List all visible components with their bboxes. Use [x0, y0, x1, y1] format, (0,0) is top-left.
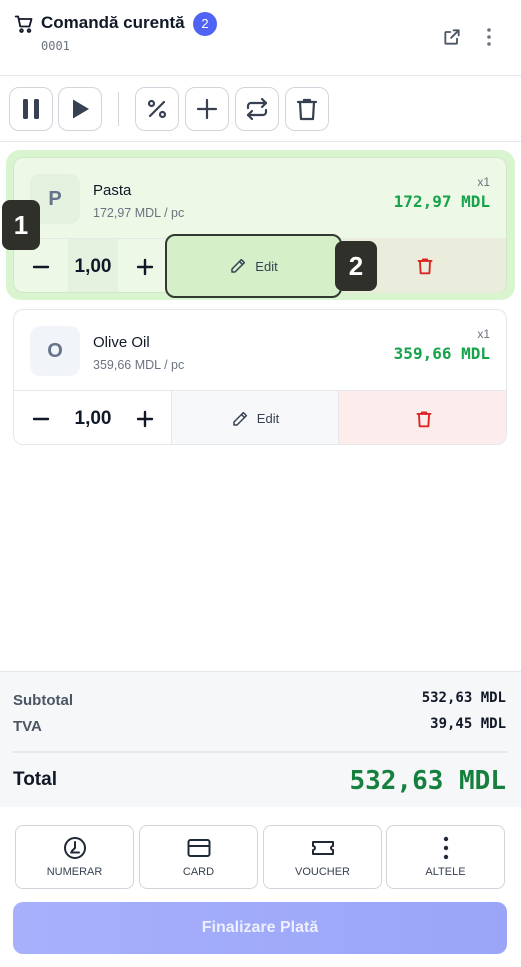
more-vertical-icon [487, 28, 491, 46]
list-item[interactable]: O Olive Oil 359,66 MDL / pc x1 359,66 MD… [13, 309, 507, 445]
quantity-value[interactable]: 1,00 [68, 391, 118, 444]
clear-order-button[interactable] [285, 87, 329, 131]
cash-clock-icon [63, 837, 86, 859]
total-label: Total [13, 769, 57, 790]
pencil-icon [233, 411, 247, 426]
payment-label: NUMERAR [46, 866, 103, 878]
plus-icon [196, 98, 218, 120]
delete-item-button[interactable] [338, 391, 506, 444]
cart-icon [14, 15, 33, 33]
pencil-icon [231, 258, 246, 273]
edit-item-button[interactable]: Edit [165, 234, 342, 298]
trash-icon [296, 98, 318, 121]
quantity-value[interactable]: 1,00 [68, 239, 118, 292]
edit-item-button[interactable]: Edit [171, 391, 338, 444]
transfer-button[interactable] [235, 87, 279, 131]
pause-button[interactable] [9, 87, 53, 131]
item-name: Pasta [93, 182, 132, 199]
item-multiplier: x1 [477, 327, 490, 341]
item-price: 359,66 MDL [393, 344, 490, 363]
payment-label: VOUCHER [294, 866, 350, 878]
tva-value: 39,45 MDL [430, 716, 506, 732]
payment-label: ALTELE [425, 866, 466, 878]
toolbar [0, 76, 521, 142]
item-price: 172,97 MDL [393, 192, 490, 211]
repeat-icon [246, 97, 268, 121]
total-value: 532,63 MDL [349, 766, 506, 796]
page-title: Comandă curentă [41, 13, 185, 32]
annotation-marker-2: 2 [335, 241, 377, 291]
edit-label: Edit [255, 258, 278, 274]
finalize-payment-button[interactable]: Finalizare Plată [13, 902, 507, 954]
subtotal-value: 532,63 MDL [421, 690, 506, 706]
item-unit-price: 172,97 MDL / pc [93, 206, 185, 220]
trash-icon [416, 411, 431, 427]
edit-label: Edit [256, 411, 280, 426]
percent-icon [147, 99, 167, 119]
play-button[interactable] [58, 87, 102, 131]
pause-icon [23, 99, 39, 119]
annotation-marker-1: 1 [2, 200, 40, 250]
item-count-badge: 2 [193, 12, 217, 36]
minus-icon [32, 417, 50, 420]
decrease-quantity-button[interactable] [14, 391, 68, 444]
more-vertical-icon [443, 836, 448, 860]
item-controls: 1,00 Edit [14, 390, 506, 444]
order-summary: Subtotal 532,63 MDL TVA 39,45 MDL Total … [0, 671, 521, 807]
item-unit-price: 359,66 MDL / pc [93, 358, 185, 372]
tva-label: TVA [13, 718, 42, 735]
increase-quantity-button[interactable] [118, 391, 172, 444]
increase-quantity-button[interactable] [118, 239, 172, 292]
card-icon [187, 839, 210, 857]
minus-icon [32, 265, 50, 268]
item-name: Olive Oil [93, 334, 150, 351]
item-avatar: O [30, 326, 80, 376]
more-options-button[interactable] [476, 24, 502, 50]
header: Comandă curentă 2 0001 [0, 0, 521, 76]
external-link-icon [444, 29, 460, 45]
payment-card-button[interactable]: CARD [139, 825, 258, 889]
item-multiplier: x1 [477, 175, 490, 189]
payment-voucher-button[interactable]: VOUCHER [263, 825, 382, 889]
payment-label: CARD [182, 866, 215, 878]
add-item-button[interactable] [185, 87, 229, 131]
order-number: 0001 [41, 39, 70, 53]
toolbar-divider [118, 92, 119, 126]
plus-icon [136, 410, 154, 427]
plus-icon [136, 258, 154, 275]
open-external-button[interactable] [439, 24, 465, 50]
play-icon [73, 99, 89, 119]
ticket-icon [311, 841, 334, 855]
subtotal-label: Subtotal [13, 692, 73, 709]
discount-button[interactable] [135, 87, 179, 131]
payment-cash-button[interactable]: NUMERAR [15, 825, 134, 889]
trash-icon [417, 258, 433, 274]
payment-other-button[interactable]: ALTELE [386, 825, 505, 889]
summary-divider [13, 751, 507, 753]
